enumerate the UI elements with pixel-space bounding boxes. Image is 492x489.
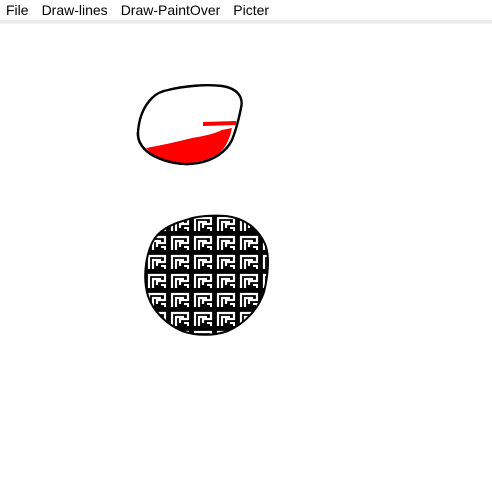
outline-blob: [136, 84, 243, 166]
menu-bar: File Draw-lines Draw-PaintOver Picter: [0, 0, 492, 20]
canvas-svg: [136, 84, 269, 336]
menu-file[interactable]: File: [0, 0, 36, 20]
menu-draw-paintover[interactable]: Draw-PaintOver: [115, 0, 228, 20]
menu-draw-lines[interactable]: Draw-lines: [36, 0, 115, 20]
menu-picter[interactable]: Picter: [227, 0, 276, 20]
drawing-canvas[interactable]: [0, 24, 492, 489]
pattern-blob: [144, 214, 269, 336]
